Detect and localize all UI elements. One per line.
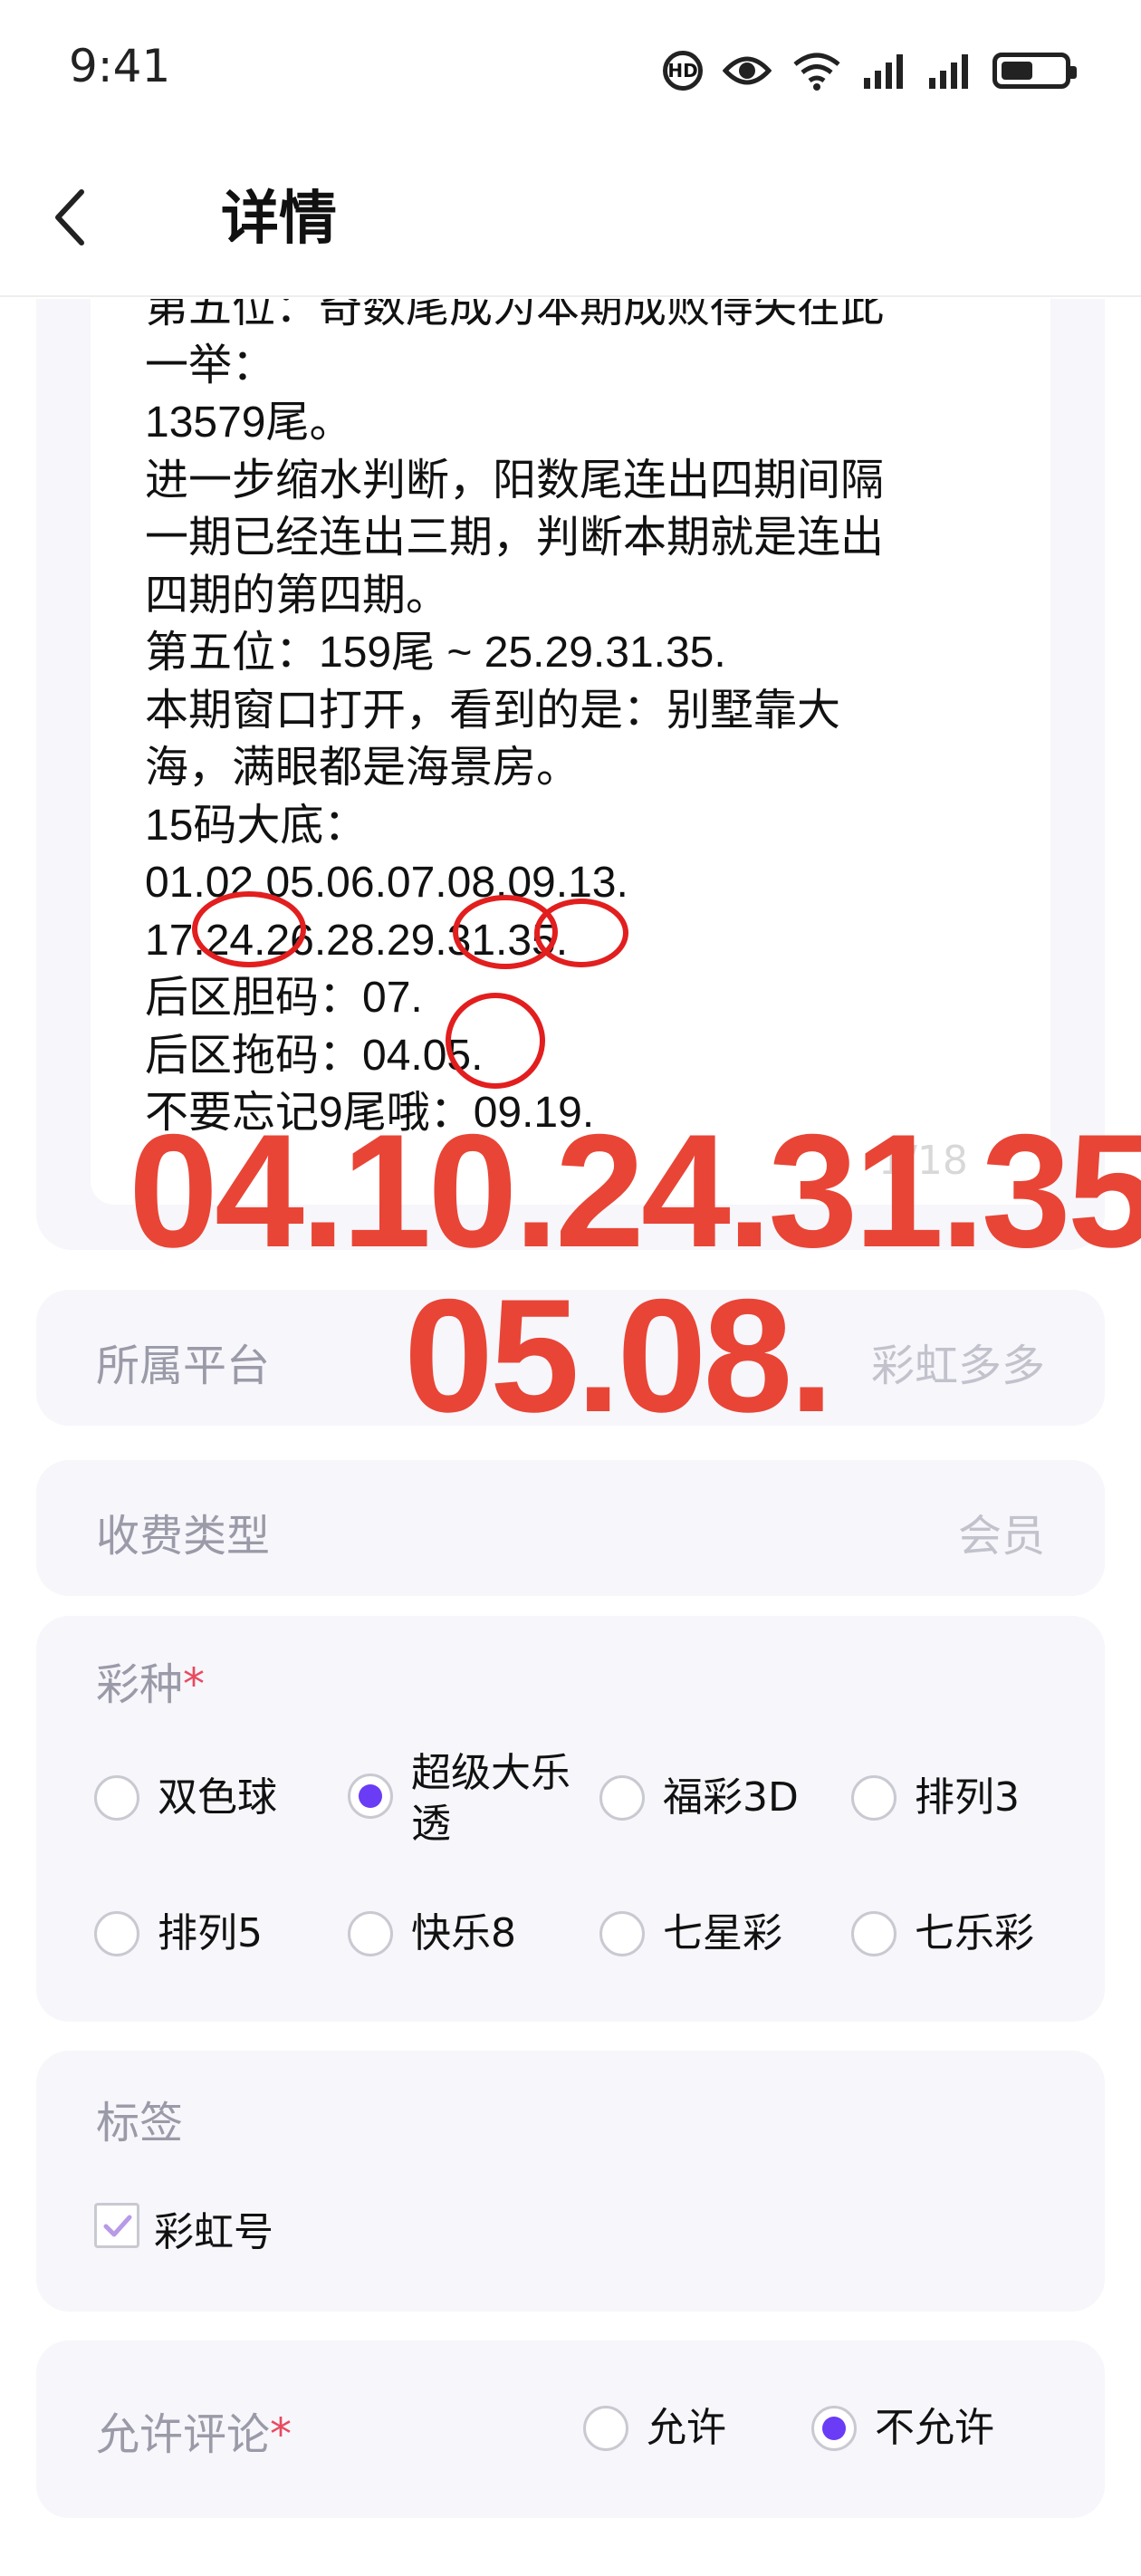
eye-icon bbox=[723, 53, 772, 89]
comments-label: 允许评论* bbox=[96, 2398, 292, 2462]
lottery-option-ssq[interactable]: 双色球 bbox=[94, 1773, 277, 1822]
post-text: 第五位：奇数尾成为本期成败得失在此 一举： 13579尾。 进一步缩水判断，阳数… bbox=[145, 299, 1050, 1142]
option-label: 七星彩 bbox=[663, 1910, 782, 1956]
post-line: 15码大底： bbox=[145, 801, 368, 850]
fee-label: 收费类型 bbox=[96, 1511, 271, 1562]
overlay-numbers-line2: 05.08. bbox=[404, 1265, 834, 1446]
signal-icon-1 bbox=[862, 53, 907, 89]
option-label: 快乐8 bbox=[411, 1910, 516, 1956]
wifi-icon bbox=[791, 50, 842, 91]
post-line: 13579尾。 bbox=[145, 399, 353, 447]
fee-value: 会员 bbox=[957, 1511, 1045, 1562]
radio-icon[interactable] bbox=[599, 1911, 645, 1956]
comments-card: 允许评论* 允许 不允许 bbox=[36, 2341, 1105, 2518]
lottery-option-kl8[interactable]: 快乐8 bbox=[348, 1909, 516, 1958]
comments-label-text: 允许评论 bbox=[96, 2409, 271, 2460]
radio-icon[interactable] bbox=[583, 2406, 628, 2451]
lottery-option-qxc[interactable]: 七星彩 bbox=[599, 1909, 782, 1958]
status-icons: HD bbox=[663, 45, 1077, 96]
option-label: 排列3 bbox=[915, 1774, 1020, 1821]
post-line: 一举： bbox=[145, 341, 276, 389]
option-label: 福彩3D bbox=[663, 1774, 799, 1821]
radio-icon[interactable] bbox=[851, 1911, 896, 1956]
status-bar: 9:41 HD bbox=[0, 0, 1141, 145]
platform-label: 所属平台 bbox=[96, 1341, 271, 1391]
tag-checkbox[interactable] bbox=[94, 2203, 139, 2248]
radio-icon[interactable] bbox=[94, 1911, 139, 1956]
post-line: 本期窗口打开，看到的是：别墅靠大 bbox=[145, 686, 841, 735]
radio-icon[interactable] bbox=[94, 1775, 139, 1821]
radio-icon[interactable] bbox=[348, 1911, 393, 1956]
post-line: 四期的第四期。 bbox=[145, 571, 450, 620]
tag-item-label[interactable]: 彩虹号 bbox=[154, 2199, 273, 2257]
post-line: 海，满眼都是海景房。 bbox=[145, 744, 580, 792]
option-label: 双色球 bbox=[158, 1774, 277, 1821]
lottery-option-qlc[interactable]: 七乐彩 bbox=[851, 1909, 1034, 1958]
back-arrow-icon[interactable] bbox=[45, 181, 100, 254]
comments-option-allow[interactable]: 允许 bbox=[583, 2404, 726, 2453]
status-time: 9:41 bbox=[69, 40, 171, 92]
annotation-circle bbox=[192, 891, 306, 967]
tags-card: 标签 彩虹号 bbox=[36, 2051, 1105, 2312]
lottery-label-text: 彩种 bbox=[96, 1659, 184, 1710]
option-label-line2: 透 bbox=[411, 1801, 451, 1847]
post-line: 第五位：159尾 ~ 25.29.31.35. bbox=[145, 629, 726, 677]
radio-icon[interactable] bbox=[599, 1775, 645, 1821]
post-line: 后区胆码：07. bbox=[145, 974, 423, 1022]
overlay-numbers-line1: 04.10.24.31.35. bbox=[129, 1101, 1141, 1281]
annotation-circle bbox=[446, 993, 545, 1089]
platform-value: 彩虹多多 bbox=[870, 1341, 1045, 1391]
comments-option-deny[interactable]: 不允许 bbox=[811, 2404, 994, 2453]
post-line: 第五位：奇数尾成为本期成败得失在此 bbox=[145, 299, 885, 332]
option-label: 不允许 bbox=[875, 2405, 994, 2451]
lottery-option-p5[interactable]: 排列5 bbox=[94, 1909, 263, 1958]
annotation-circle bbox=[534, 899, 628, 967]
required-mark: * bbox=[270, 2409, 292, 2460]
page-title: 详情 bbox=[221, 186, 337, 253]
lottery-option-dlt[interactable]: 超级大乐 透 bbox=[348, 1748, 570, 1850]
option-label-line1: 超级大乐 bbox=[411, 1750, 570, 1796]
post-line: 一期已经连出三期，判断本期就是连出 bbox=[145, 514, 885, 562]
lottery-label: 彩种* bbox=[96, 1648, 205, 1712]
lottery-card: 彩种* 双色球 超级大乐 透 福彩3D 排列3 排列5 快乐8 七星彩 七乐彩 bbox=[36, 1616, 1105, 2022]
tags-label: 标签 bbox=[96, 2098, 184, 2148]
signal-icon-2 bbox=[927, 53, 973, 89]
radio-icon-selected[interactable] bbox=[811, 2406, 857, 2451]
hd-voice-icon: HD bbox=[663, 51, 703, 91]
lottery-option-p3[interactable]: 排列3 bbox=[851, 1773, 1020, 1822]
content-scroll[interactable]: 第五位：奇数尾成为本期成败得失在此 一举： 13579尾。 进一步缩水判断，阳数… bbox=[0, 299, 1141, 2576]
required-mark: * bbox=[183, 1659, 206, 1710]
lottery-option-3d[interactable]: 福彩3D bbox=[599, 1773, 799, 1822]
option-label: 超级大乐 透 bbox=[411, 1748, 570, 1850]
radio-icon-selected[interactable] bbox=[348, 1773, 393, 1819]
battery-icon bbox=[992, 53, 1077, 89]
post-line: 后区拖码：04.05. bbox=[145, 1031, 484, 1080]
radio-icon[interactable] bbox=[851, 1775, 896, 1821]
option-label: 允许 bbox=[647, 2405, 726, 2451]
post-line: 进一步缩水判断，阳数尾连出四期间隔 bbox=[145, 456, 885, 505]
option-label: 排列5 bbox=[158, 1910, 263, 1956]
fee-row[interactable]: 收费类型 会员 bbox=[36, 1460, 1105, 1596]
option-label: 七乐彩 bbox=[915, 1910, 1034, 1956]
app-header: 详情 bbox=[0, 145, 1141, 297]
